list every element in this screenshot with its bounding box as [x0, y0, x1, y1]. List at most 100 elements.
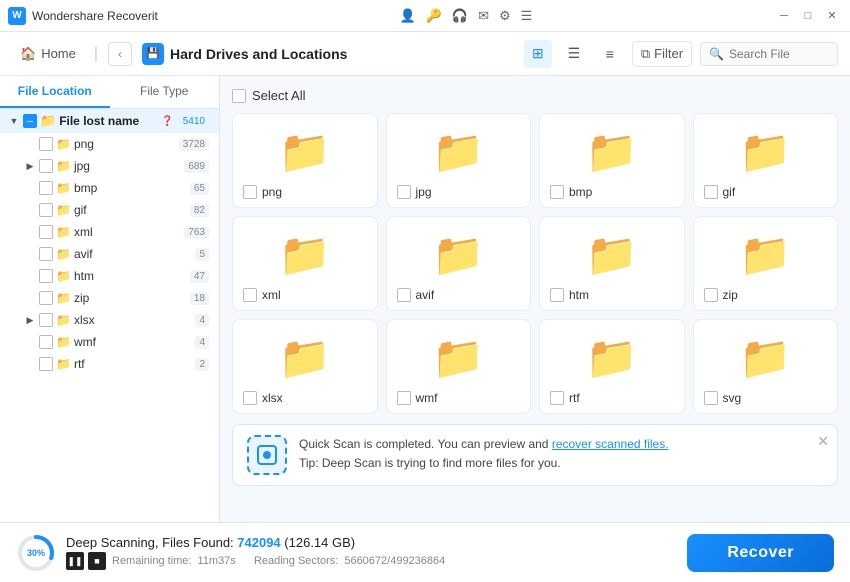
tree-toggle-xlsx[interactable]: ▶	[24, 314, 36, 326]
tree-item-jpg[interactable]: ▶ 📁 jpg 689	[16, 155, 219, 177]
back-button[interactable]: ‹	[108, 42, 132, 66]
tree-check-png[interactable]	[39, 137, 53, 151]
file-card-zip[interactable]: 📁 zip	[693, 216, 839, 311]
file-check-bmp[interactable]	[550, 185, 564, 199]
root-help-icon[interactable]: ❓	[161, 116, 173, 127]
tree-toggle-root[interactable]: ▼	[8, 115, 20, 127]
search-input[interactable]	[729, 47, 829, 61]
pause-button[interactable]: ❚❚	[66, 552, 84, 570]
tree-check-xlsx[interactable]	[39, 313, 53, 327]
maximize-button[interactable]: □	[798, 6, 818, 26]
filter-button[interactable]: ⧉ Filter	[632, 41, 692, 67]
file-check-htm[interactable]	[550, 288, 564, 302]
select-all-checkbox[interactable]	[232, 89, 246, 103]
tree-check-avif[interactable]	[39, 247, 53, 261]
folder-icon-bmp: 📁	[586, 128, 638, 177]
folder-icon-rtf: 📁	[586, 334, 638, 383]
tree-item-zip[interactable]: 📁 zip 18	[16, 287, 219, 309]
file-card-xlsx[interactable]: 📁 xlsx	[232, 319, 378, 414]
tree-toggle-bmp	[24, 182, 36, 194]
file-check-rtf[interactable]	[550, 391, 564, 405]
file-card-bmp[interactable]: 📁 bmp	[539, 113, 685, 208]
view-grid-button[interactable]: ⊞	[524, 40, 552, 68]
file-card-jpg[interactable]: 📁 jpg	[386, 113, 532, 208]
key-icon[interactable]: 🔑	[426, 8, 442, 24]
tab-file-type[interactable]: File Type	[110, 76, 220, 108]
tree-toggle-png	[24, 138, 36, 150]
tree-folder-rtf-icon: 📁	[56, 357, 71, 371]
file-label-jpg: jpg	[416, 185, 432, 199]
tree-folder-png-icon: 📁	[56, 137, 71, 151]
tab-file-location[interactable]: File Location	[0, 76, 110, 108]
file-check-avif[interactable]	[397, 288, 411, 302]
file-card-gif[interactable]: 📁 gif	[693, 113, 839, 208]
tree-item-gif[interactable]: 📁 gif 82	[16, 199, 219, 221]
file-check-xml[interactable]	[243, 288, 257, 302]
minimize-button[interactable]: ─	[774, 6, 794, 26]
file-label-xml: xml	[262, 288, 281, 302]
tree-item-rtf[interactable]: 📁 rtf 2	[16, 353, 219, 375]
tree-check-gif[interactable]	[39, 203, 53, 217]
file-card-rtf[interactable]: 📁 rtf	[539, 319, 685, 414]
file-check-xlsx[interactable]	[243, 391, 257, 405]
section-title: Hard Drives and Locations	[170, 46, 347, 62]
close-button[interactable]: ✕	[822, 6, 842, 26]
file-label-bmp: bmp	[569, 185, 592, 199]
tree-item-xml[interactable]: 📁 xml 763	[16, 221, 219, 243]
home-button[interactable]: 🏠 Home	[12, 42, 84, 66]
scan-subtitle: ❚❚ ■ Remaining time: 11m37s Reading Sect…	[66, 552, 445, 570]
file-card-png[interactable]: 📁 png	[232, 113, 378, 208]
tree-label-rtf: rtf	[74, 357, 192, 371]
headset-icon[interactable]: 🎧	[452, 8, 468, 24]
menu-icon[interactable]: ☰	[521, 8, 533, 24]
tree-check-wmf[interactable]	[39, 335, 53, 349]
tree-check-bmp[interactable]	[39, 181, 53, 195]
file-card-xml[interactable]: 📁 xml	[232, 216, 378, 311]
file-card-avif[interactable]: 📁 avif	[386, 216, 532, 311]
tree-item-png[interactable]: 📁 png 3728	[16, 133, 219, 155]
home-icon: 🏠	[20, 46, 36, 62]
file-check-jpg[interactable]	[397, 185, 411, 199]
recover-button[interactable]: Recover	[687, 534, 834, 572]
tree-label-jpg: jpg	[74, 159, 181, 173]
stop-button[interactable]: ■	[88, 552, 106, 570]
tree-check-zip[interactable]	[39, 291, 53, 305]
tree-item-bmp[interactable]: 📁 bmp 65	[16, 177, 219, 199]
file-label-wmf: wmf	[416, 391, 438, 405]
tree-check-rtf[interactable]	[39, 357, 53, 371]
file-check-wmf[interactable]	[397, 391, 411, 405]
tree-label-png: png	[74, 137, 176, 151]
tree-check-root[interactable]: ─	[23, 114, 37, 128]
gear-icon[interactable]: ⚙	[499, 8, 511, 24]
folder-icon-htm: 📁	[586, 231, 638, 280]
tree-item-avif[interactable]: 📁 avif 5	[16, 243, 219, 265]
tree-item-htm[interactable]: 📁 htm 47	[16, 265, 219, 287]
file-check-png[interactable]	[243, 185, 257, 199]
reading-label: Reading Sectors:	[254, 555, 338, 567]
file-card-wmf[interactable]: 📁 wmf	[386, 319, 532, 414]
folder-icon-xml: 📁	[279, 231, 331, 280]
file-label-rtf: rtf	[569, 391, 580, 405]
sidebar-tabs: File Location File Type	[0, 76, 219, 109]
user-icon[interactable]: 👤	[400, 8, 416, 24]
file-card-svg[interactable]: 📁 svg	[693, 319, 839, 414]
tree-check-xml[interactable]	[39, 225, 53, 239]
tree-label-bmp: bmp	[74, 181, 187, 195]
file-card-htm[interactable]: 📁 htm	[539, 216, 685, 311]
file-check-zip[interactable]	[704, 288, 718, 302]
recover-scanned-link[interactable]: recover scanned files.	[552, 437, 669, 451]
file-check-gif[interactable]	[704, 185, 718, 199]
tree-root-item[interactable]: ▼ ─ 📁 File lost name ❓ 5410	[0, 109, 219, 133]
view-list-button[interactable]: ☰	[560, 40, 588, 68]
tree-toggle-jpg[interactable]: ▶	[24, 160, 36, 172]
tree-check-jpg[interactable]	[39, 159, 53, 173]
tree-check-htm[interactable]	[39, 269, 53, 283]
file-check-svg[interactable]	[704, 391, 718, 405]
mail-icon[interactable]: ✉	[478, 8, 489, 24]
view-detail-button[interactable]: ≡	[596, 40, 624, 68]
remaining-label: Remaining time:	[112, 555, 191, 567]
notification-close-button[interactable]: ✕	[817, 433, 829, 450]
tree-item-wmf[interactable]: 📁 wmf 4	[16, 331, 219, 353]
scan-files-count: 742094	[237, 535, 280, 550]
tree-item-xlsx[interactable]: ▶ 📁 xlsx 4	[16, 309, 219, 331]
